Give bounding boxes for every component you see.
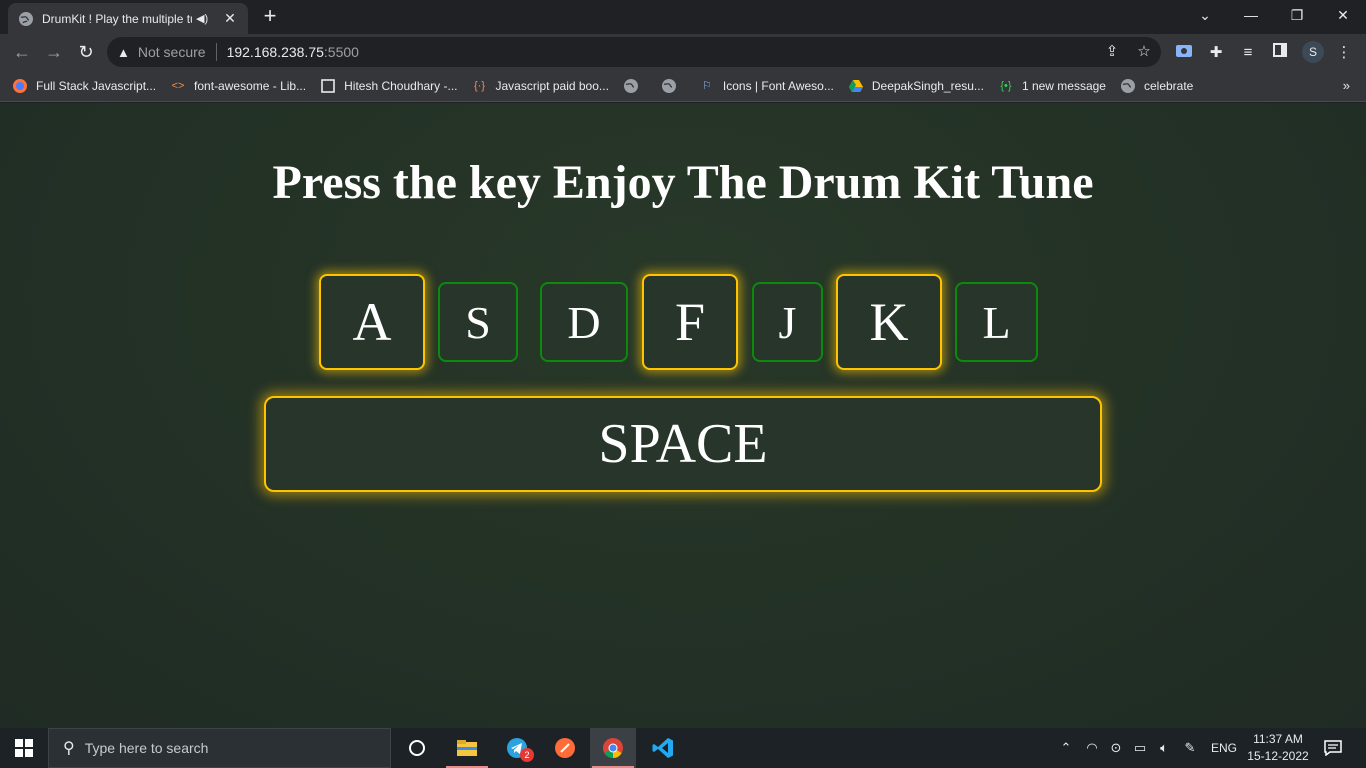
page-icon <box>320 78 336 94</box>
profile-avatar[interactable]: S <box>1302 41 1324 63</box>
url-host: 192.168.238.75 <box>226 44 324 60</box>
key-k[interactable]: K <box>836 274 942 370</box>
tray-overflow-chevron-icon[interactable]: ⌃ <box>1056 728 1076 768</box>
clock-time: 11:37 AM <box>1253 732 1303 746</box>
restore-button[interactable]: ❐ <box>1274 0 1320 30</box>
clock-date: 15-12-2022 <box>1247 749 1309 763</box>
address-divider <box>215 43 217 61</box>
bracket-icon: {·} <box>473 79 485 92</box>
key-f[interactable]: F <box>642 274 738 370</box>
bookmark-label: 1 new message <box>1021 78 1106 93</box>
bookmarks-bar: Full Stack Javascript... <> font-awesome… <box>0 70 1366 102</box>
bookmark-font-awesome-lib[interactable]: <> font-awesome - Lib... <box>170 78 307 94</box>
key-a[interactable]: A <box>319 274 425 370</box>
bookmark-label: font-awesome - Lib... <box>194 78 307 93</box>
address-bar[interactable]: ▲ Not secure 192.168.238.75:5500 <box>107 37 1161 67</box>
globe-icon <box>19 11 33 26</box>
bookmarks-overflow-chevron-icon[interactable]: » <box>1343 78 1350 93</box>
search-icon: ⚲ <box>63 740 75 757</box>
key-j[interactable]: J <box>752 282 823 362</box>
extensions-icon[interactable]: ✚ <box>1206 43 1226 63</box>
postman-icon[interactable] <box>542 728 588 768</box>
bookmark-globe-1[interactable] <box>623 78 647 94</box>
bookmark-celebrate[interactable]: celebrate <box>1120 78 1193 94</box>
drive-icon <box>848 78 864 94</box>
tab-strip: DrumKit ! Play the multiple tunes ◀) ✕ +… <box>0 0 1366 34</box>
star-icon[interactable]: ☆ <box>1135 43 1153 61</box>
close-window-button[interactable]: ✕ <box>1320 0 1366 30</box>
code-icon: <> <box>171 79 185 92</box>
chat-icon: {•} <box>1000 79 1012 92</box>
key-d[interactable]: D <box>540 282 628 362</box>
share-icon[interactable]: ⇪ <box>1103 43 1121 61</box>
bookmark-label: Icons | Font Aweso... <box>722 78 834 93</box>
vscode-icon[interactable] <box>640 728 686 768</box>
firefox-icon <box>12 78 28 94</box>
bookmark-javascript-paid-books[interactable]: {·} Javascript paid boo... <box>472 78 609 94</box>
windows-start-icon[interactable] <box>0 728 48 768</box>
chrome-icon[interactable] <box>590 728 636 768</box>
meet-now-icon[interactable]: ⊙ <box>1106 728 1126 768</box>
pen-icon[interactable]: ✎ <box>1180 728 1200 768</box>
bookmark-new-message[interactable]: {•} 1 new message <box>998 78 1106 94</box>
screencast-icon[interactable] <box>1174 43 1194 63</box>
minimize-button[interactable]: — <box>1228 0 1274 30</box>
warning-icon[interactable]: ▲ <box>117 45 130 60</box>
menu-kebab-icon[interactable]: ⋮ <box>1334 43 1354 63</box>
telegram-icon[interactable]: 2 <box>494 728 540 768</box>
bookmark-label: Javascript paid boo... <box>495 78 609 93</box>
globe-icon <box>1120 78 1136 94</box>
drumkit-page: Press the key Enjoy The Drum Kit Tune A … <box>0 103 1366 728</box>
file-explorer-icon[interactable] <box>444 728 490 768</box>
tab-title: DrumKit ! Play the multiple tunes <box>42 11 192 26</box>
bookmark-globe-2[interactable] <box>661 78 685 94</box>
bookmark-full-stack-javascript[interactable]: Full Stack Javascript... <box>12 78 156 94</box>
tab-close-icon[interactable]: ✕ <box>222 10 238 27</box>
bookmark-label: Hitesh Choudhary -... <box>344 78 458 93</box>
bookmark-label: celebrate <box>1143 78 1194 93</box>
key-l[interactable]: L <box>955 282 1038 362</box>
search-placeholder: Type here to search <box>84 740 209 756</box>
flag-icon: ⚐ <box>701 80 712 92</box>
bookmark-icons-font-awesome[interactable]: ⚐ Icons | Font Aweso... <box>699 78 834 94</box>
globe-icon <box>623 78 639 94</box>
cortana-icon[interactable] <box>394 728 440 768</box>
tab-search-icon[interactable]: ⌄ <box>1182 0 1228 30</box>
globe-icon <box>661 78 677 94</box>
key-space[interactable]: SPACE <box>264 396 1102 492</box>
notification-badge: 2 <box>520 748 534 762</box>
volume-icon[interactable]: 🔈︎ <box>1154 728 1174 768</box>
windows-taskbar: ⚲ Type here to search 2 ⌃ ◠ ⊙ ▭ 🔈︎ ✎ ENG… <box>0 728 1366 768</box>
notification-center-icon[interactable] <box>1320 728 1346 768</box>
bookmark-hitesh-choudhary[interactable]: Hitesh Choudhary -... <box>320 78 458 94</box>
tab-drumkit[interactable]: DrumKit ! Play the multiple tunes ◀) ✕ <box>8 3 248 34</box>
security-label[interactable]: Not secure <box>138 44 206 60</box>
battery-icon[interactable]: ▭ <box>1130 728 1150 768</box>
wifi-icon[interactable]: ◠ <box>1082 728 1102 768</box>
key-s[interactable]: S <box>438 282 518 362</box>
new-tab-button[interactable]: + <box>259 4 281 28</box>
page-title: Press the key Enjoy The Drum Kit Tune <box>272 156 1094 209</box>
reload-icon[interactable]: ↻ <box>74 40 98 64</box>
taskbar-search-input[interactable]: ⚲ Type here to search <box>48 728 391 768</box>
browser-toolbar: ← → ↻ ▲ Not secure 192.168.238.75:5500 <box>0 34 1366 70</box>
bookmark-label: Full Stack Javascript... <box>36 78 157 93</box>
back-arrow-icon[interactable]: ← <box>10 40 34 64</box>
speaker-icon[interactable]: ◀) <box>196 12 210 25</box>
language-indicator[interactable]: ENG <box>1208 728 1240 768</box>
media-control-icon[interactable]: ≡ <box>1238 43 1258 63</box>
forward-arrow-icon[interactable]: → <box>42 40 66 64</box>
side-panel-icon[interactable] <box>1270 43 1290 63</box>
system-clock[interactable]: 11:37 AM 15-12-2022 <box>1240 731 1316 765</box>
url-port: :5500 <box>323 44 359 60</box>
bookmark-deepaksingh-resume[interactable]: DeepakSingh_resu... <box>848 78 984 94</box>
bookmark-label: DeepakSingh_resu... <box>871 78 984 93</box>
